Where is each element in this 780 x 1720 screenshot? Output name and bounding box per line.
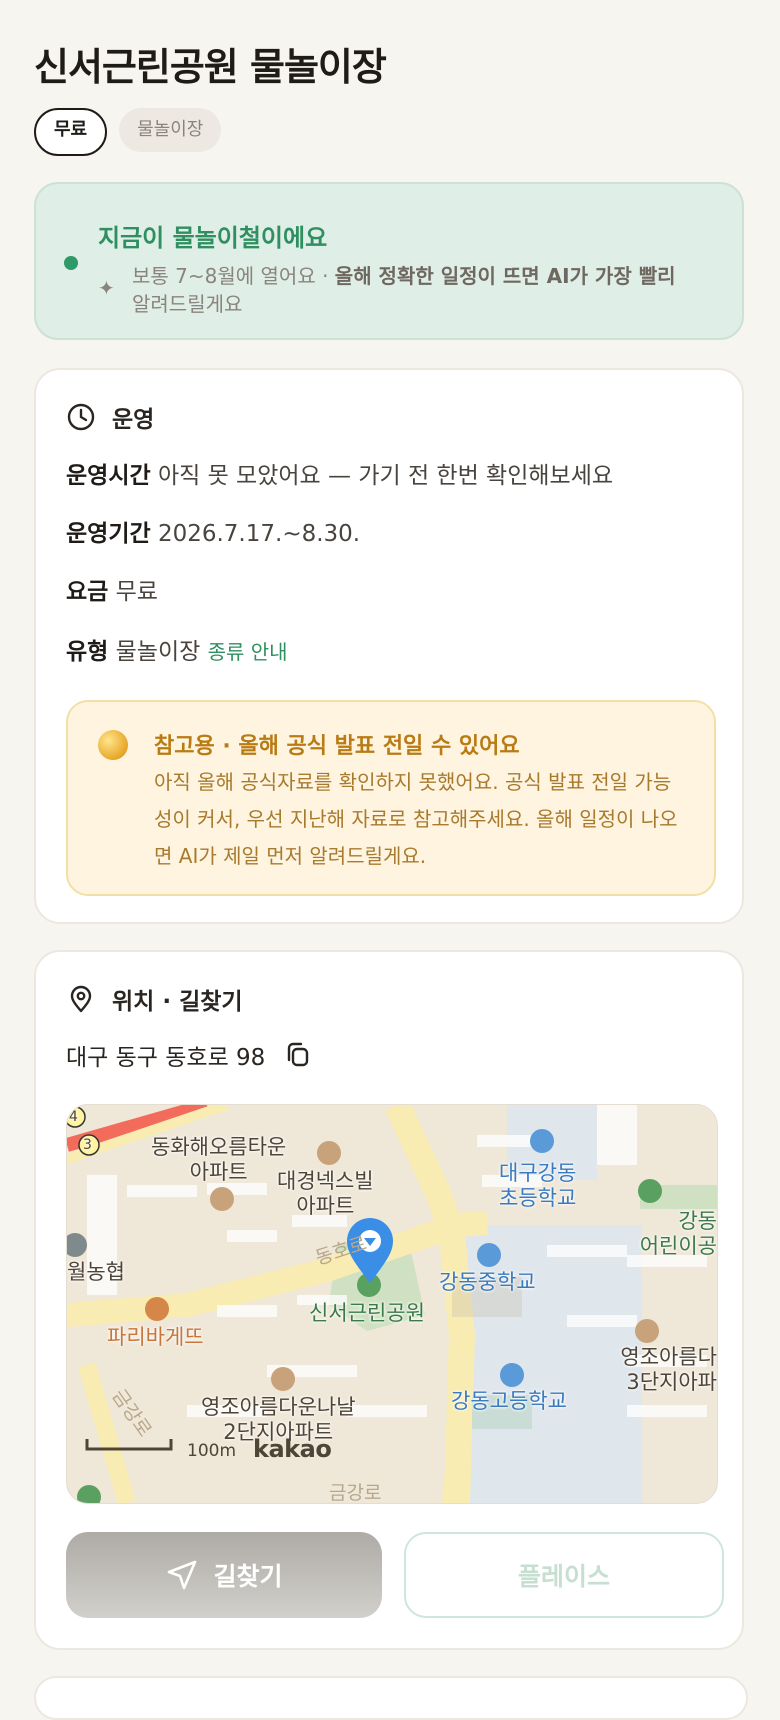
- place-button[interactable]: 플레이스: [404, 1532, 724, 1618]
- info-key: 운영기간: [66, 521, 151, 547]
- notice-body: 아직 올해 공식자료를 확인하지 못했어요. 공식 발표 전일 가능성이 커서,…: [154, 770, 678, 868]
- info-row-fee: 요금 무료: [66, 572, 158, 606]
- season-banner: 지금이 물놀이철이에요 ✦ 보통 7~8월에 열어요 · 올해 정확한 일정이 …: [34, 182, 744, 340]
- info-key: 운영시간: [66, 463, 151, 489]
- operation-header: 운영: [66, 400, 154, 434]
- map-label-bank: 월농협: [67, 1260, 125, 1284]
- map-label-kindergarten: 강동 어린이공: [639, 1209, 717, 1258]
- location-card: 위치 · 길찾기 대구 동구 동호로 98 4 3 동화해오름타운 아파트 대경…: [34, 950, 744, 1650]
- info-value: 무료: [115, 579, 158, 605]
- info-value: 2026.7.17.~8.30.: [157, 521, 361, 547]
- info-value: 물놀이장: [115, 639, 201, 665]
- navigation-arrow-icon: [168, 1560, 197, 1590]
- route-button[interactable]: 길찾기: [66, 1532, 382, 1618]
- address-row: 대구 동구 동호로 98: [66, 1038, 313, 1072]
- reference-notice: 참고용 · 올해 공식 발표 전일 수 있어요 아직 올해 공식자료를 확인하지…: [66, 700, 716, 896]
- season-sub-prefix: 보통 7~8월에 열어요 ·: [132, 264, 335, 288]
- map-label-apt1: 동화해오름타운 아파트: [151, 1135, 287, 1184]
- copy-icon[interactable]: [283, 1040, 313, 1070]
- tag-list: 무료 물놀이장: [34, 108, 222, 156]
- map-label-bakery: 파리바게뜨: [107, 1325, 204, 1349]
- map-scale: 100m: [187, 1441, 237, 1461]
- operation-title: 운영: [112, 407, 155, 433]
- map-label-road3: 금강로: [329, 1482, 382, 1504]
- place-button-label: 플레이스: [517, 1562, 610, 1591]
- coin-icon: [98, 730, 128, 760]
- map-badge-3: 3: [83, 1137, 92, 1153]
- map-badge-4: 4: [69, 1109, 78, 1125]
- map-label-apt4: 영조아름다 3단지아파: [620, 1345, 717, 1394]
- map-brand-logo: kakao: [253, 1435, 332, 1463]
- map-label-school2: 강동중학교: [439, 1270, 536, 1294]
- map-label-school3: 강동고등학교: [451, 1389, 567, 1413]
- chip-free[interactable]: 무료: [34, 108, 108, 156]
- next-card: [34, 1676, 748, 1720]
- info-row-hours: 운영시간 아직 못 모았어요 — 가기 전 한번 확인해보세요: [66, 456, 613, 490]
- season-description: 보통 7~8월에 열어요 · 올해 정확한 일정이 뜨면 AI가 가장 빨리알려…: [132, 262, 722, 318]
- season-sub-bold: 올해 정확한 일정이 뜨면 AI가 가장 빨리: [334, 264, 676, 288]
- map-view[interactable]: 4 3 동화해오름타운 아파트 대경넥스빌 아파트 대구강동 초등학교 강동 어…: [66, 1104, 718, 1504]
- info-key: 유형: [66, 639, 109, 665]
- info-row-period: 운영기간 2026.7.17.~8.30.: [66, 514, 360, 548]
- location-title: 위치 · 길찾기: [112, 989, 243, 1015]
- info-row-type: 유형 물놀이장 종류 안내: [66, 632, 288, 666]
- sparkle-icon: ✦: [98, 276, 115, 300]
- route-button-label: 길찾기: [213, 1562, 283, 1591]
- notice-title: 참고용 · 올해 공식 발표 전일 수 있어요: [154, 734, 520, 759]
- type-guide-link[interactable]: 종류 안내: [208, 640, 288, 664]
- map-label-park: 신서근린공원: [309, 1301, 425, 1325]
- page-title: 신서근린공원 물놀이장: [34, 45, 387, 89]
- address-text: 대구 동구 동호로 98: [66, 1045, 266, 1071]
- location-header: 위치 · 길찾기: [66, 982, 243, 1016]
- info-key: 요금: [66, 579, 109, 605]
- info-value: 아직 못 모았어요 — 가기 전 한번 확인해보세요: [157, 463, 614, 489]
- chip-category[interactable]: 물놀이장: [119, 108, 222, 152]
- location-pin-icon: [70, 985, 92, 1013]
- operation-card: 운영 운영시간 아직 못 모았어요 — 가기 전 한번 확인해보세요 운영기간 …: [34, 368, 744, 924]
- season-sub-suffix: 알려드릴게요: [132, 292, 243, 316]
- status-dot: [64, 256, 78, 270]
- map-label-apt2: 대경넥스빌 아파트: [277, 1169, 374, 1218]
- clock-icon: [67, 403, 95, 431]
- season-headline: 지금이 물놀이철이에요: [98, 224, 328, 252]
- map-label-school1: 대구강동 초등학교: [499, 1161, 577, 1210]
